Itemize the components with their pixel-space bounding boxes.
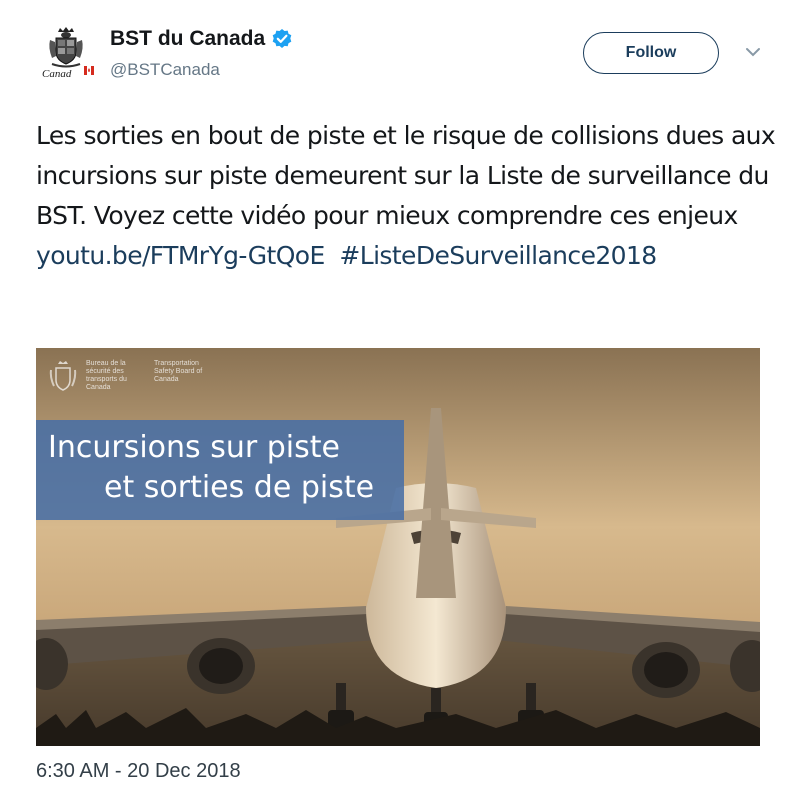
name-row: BST du Canada bbox=[110, 27, 293, 51]
video-title-banner: Incursions sur piste et sorties de piste bbox=[36, 420, 404, 520]
tweet-timestamp[interactable]: 6:30 AM - 20 Dec 2018 bbox=[36, 760, 241, 783]
chevron-down-icon[interactable] bbox=[744, 46, 762, 58]
tweet-link[interactable]: youtu.be/FTMrYg-GtQoE bbox=[36, 241, 325, 270]
verified-badge-icon bbox=[271, 28, 293, 50]
tsb-logo: Bureau de la sécurité des transports du … bbox=[48, 360, 214, 396]
avatar[interactable]: Canad bbox=[38, 26, 94, 86]
tweet-body: Les sorties en bout de piste et le risqu… bbox=[36, 121, 776, 230]
tsb-name-en: Transportation Safety Board of Canada bbox=[154, 360, 203, 383]
video-title-line2: et sorties de piste bbox=[104, 470, 375, 505]
display-name[interactable]: BST du Canada bbox=[110, 27, 265, 51]
airplane-scene bbox=[36, 348, 760, 746]
video-thumbnail[interactable]: Bureau de la sécurité des transports du … bbox=[36, 348, 760, 746]
tweet-text: Les sorties en bout de piste et le risqu… bbox=[36, 116, 776, 276]
flag-icon bbox=[84, 66, 94, 75]
coat-of-arms-icon bbox=[49, 361, 77, 391]
coat-of-arms-icon bbox=[49, 27, 83, 68]
canada-wordmark: Canad bbox=[42, 68, 72, 80]
tweet-header: Canad BST du Canada @BSTCanada Follow bbox=[0, 0, 800, 110]
follow-button[interactable]: Follow bbox=[583, 32, 719, 74]
account-handle[interactable]: @BSTCanada bbox=[110, 60, 220, 80]
video-title-line1: Incursions sur piste bbox=[48, 430, 340, 465]
tsb-name-fr: Bureau de la sécurité des transports du … bbox=[86, 360, 127, 391]
tweet-hashtag[interactable]: #ListeDeSurveillance2018 bbox=[339, 241, 657, 270]
